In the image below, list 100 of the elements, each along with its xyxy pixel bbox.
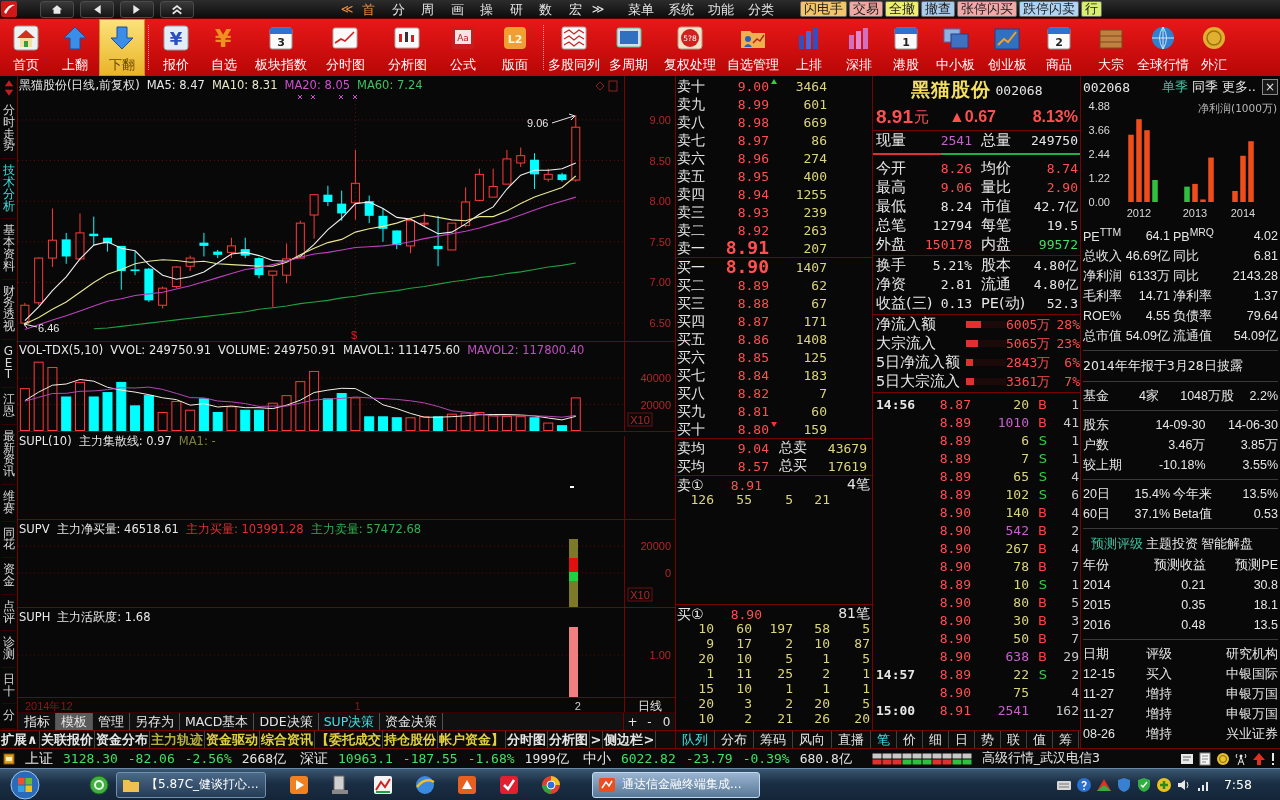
- chart-app-icon[interactable]: [372, 773, 394, 796]
- book-icon[interactable]: [1198, 751, 1212, 766]
- toolbar-button[interactable]: ¥ 自选: [200, 19, 248, 76]
- zoom-button[interactable]: -: [642, 713, 657, 730]
- toolbar-button[interactable]: ¥ 报价: [152, 19, 200, 76]
- back-button[interactable]: [80, 0, 114, 18]
- side-tab[interactable]: 诊测: [2, 631, 15, 668]
- quick-action-button[interactable]: 交易: [849, 1, 883, 17]
- quick-action-button[interactable]: 全撤: [885, 1, 919, 17]
- menu-scroll-left-button[interactable]: ≪: [340, 2, 354, 16]
- play-icon[interactable]: [288, 773, 310, 796]
- volume-bar: [240, 409, 251, 431]
- side-tab[interactable]: 同花: [2, 521, 15, 559]
- menu-tab[interactable]: 周: [413, 0, 443, 18]
- toolbar-button[interactable]: 创业板: [981, 19, 1033, 76]
- trade-price: 8.90: [938, 648, 971, 664]
- close-button[interactable]: ×: [1262, 79, 1278, 95]
- queue-order: 126: [689, 492, 714, 507]
- menu-item[interactable]: 功能: [708, 0, 734, 18]
- side-tab[interactable]: 资金: [2, 558, 15, 595]
- toolbar-button[interactable]: 下翻: [99, 19, 145, 76]
- menu-tab[interactable]: 宏: [560, 0, 590, 18]
- help-icon[interactable]: [1075, 776, 1092, 793]
- rating-cell-text: 11-27: [1083, 707, 1116, 721]
- coin-icon[interactable]: [1216, 751, 1230, 766]
- toolbar-button[interactable]: 全球行情: [1137, 19, 1188, 76]
- quote-label: 流通: [981, 275, 1011, 294]
- side-tab[interactable]: 江恩: [2, 388, 15, 425]
- side-tab[interactable]: 财务透视: [2, 279, 15, 340]
- home-button[interactable]: [40, 0, 74, 18]
- side-tab[interactable]: 分时走势: [2, 99, 15, 160]
- menu-tab[interactable]: 分: [383, 0, 413, 18]
- toolbar-button[interactable]: 2 商品: [1033, 19, 1085, 76]
- quick-action-button[interactable]: 跌停闪卖: [1019, 1, 1079, 17]
- scroll-arrows-icon[interactable]: [2, 79, 15, 97]
- side-tab[interactable]: GET: [2, 339, 15, 389]
- menu-scroll-right-button[interactable]: ≫: [590, 2, 606, 16]
- side-tab[interactable]: 最新资讯: [2, 424, 15, 485]
- toolbar-button[interactable]: 深排: [835, 19, 882, 76]
- quick-action-button[interactable]: 撤查: [921, 1, 955, 17]
- quick-action-button[interactable]: 闪电手: [800, 1, 847, 17]
- toolbar-button[interactable]: L2 版面: [489, 19, 540, 76]
- toolbar-button[interactable]: 上翻: [51, 19, 99, 76]
- toolbar-button[interactable]: 多周期: [600, 19, 657, 76]
- template-tab[interactable]: 模板: [56, 713, 93, 730]
- forecast-tab[interactable]: 预测评级: [1091, 535, 1143, 553]
- message-icon[interactable]: [1180, 751, 1194, 766]
- taskbar-window-button[interactable]: 【5.87C_健谈打心...: [116, 771, 266, 798]
- volume-bar: [116, 381, 127, 431]
- zoom-button[interactable]: 0: [659, 713, 674, 730]
- toolbar-button[interactable]: 上排: [783, 19, 835, 76]
- side-tab[interactable]: 基本资料: [2, 219, 15, 280]
- menu-tab[interactable]: 操: [472, 0, 502, 18]
- alert-icon[interactable]: [1270, 751, 1276, 766]
- period-tab[interactable]: 单季: [1161, 78, 1188, 96]
- toolbar-button[interactable]: 3 板块指数: [248, 19, 313, 76]
- toolbar-button[interactable]: 多股同列: [547, 19, 600, 76]
- side-tab[interactable]: 维赛: [2, 484, 15, 522]
- period-tab[interactable]: 更多..: [1221, 78, 1256, 96]
- menu-tab[interactable]: 画: [442, 0, 472, 18]
- square-icon[interactable]: [3, 752, 15, 765]
- antenna-icon[interactable]: [1234, 751, 1248, 766]
- menu-item[interactable]: 菜单: [628, 0, 654, 18]
- browser-icon[interactable]: [88, 773, 110, 796]
- menu-tab[interactable]: 研: [501, 0, 531, 18]
- toolbar-button[interactable]: Aa 公式: [437, 19, 489, 76]
- browser-icon[interactable]: [414, 773, 436, 796]
- forward-button[interactable]: [120, 0, 154, 18]
- quick-action-button[interactable]: 张停闪买: [957, 1, 1017, 17]
- toolbar-button[interactable]: 1 港股: [882, 19, 930, 76]
- toolbar-button[interactable]: 大宗: [1085, 19, 1137, 76]
- app-tile-icon[interactable]: [456, 773, 478, 796]
- event-marker[interactable]: $: [350, 329, 358, 341]
- side-tab[interactable]: 点评: [2, 594, 15, 632]
- period-tab[interactable]: 同季: [1191, 78, 1218, 96]
- quick-action-button[interactable]: 行: [1081, 1, 1102, 17]
- toolbar-button[interactable]: 分析图: [377, 19, 437, 76]
- collapse-button[interactable]: [160, 0, 194, 18]
- forecast-tab[interactable]: 智能解盘: [1201, 535, 1253, 553]
- toolbar-button[interactable]: 首页: [0, 19, 51, 76]
- toolbar-button[interactable]: 外汇: [1188, 19, 1240, 76]
- menu-tab[interactable]: 首: [354, 0, 384, 18]
- menu-item[interactable]: 分类: [748, 0, 774, 18]
- menu-tab[interactable]: 数: [531, 0, 561, 18]
- plus-icon[interactable]: [1155, 776, 1172, 793]
- arrow-up-icon[interactable]: [1252, 751, 1266, 766]
- date-axis-label: 2: [574, 699, 581, 712]
- toolbar-button[interactable]: 自选管理: [722, 19, 783, 76]
- menu-item[interactable]: 系统: [668, 0, 694, 18]
- toolbar-button[interactable]: 分时图: [313, 19, 377, 76]
- start-button[interactable]: [8, 769, 42, 800]
- check-icon[interactable]: [498, 773, 520, 796]
- toolbar-button[interactable]: 中小板: [930, 19, 981, 76]
- side-tab[interactable]: 技术分析: [2, 159, 15, 220]
- browser-icon[interactable]: [540, 773, 562, 796]
- zoom-button[interactable]: +: [625, 713, 640, 730]
- forecast-tab[interactable]: 主题投资: [1146, 535, 1198, 553]
- side-tab[interactable]: 日十: [2, 667, 15, 705]
- shield-icon[interactable]: [1135, 776, 1152, 793]
- side-tab[interactable]: 分: [2, 704, 15, 730]
